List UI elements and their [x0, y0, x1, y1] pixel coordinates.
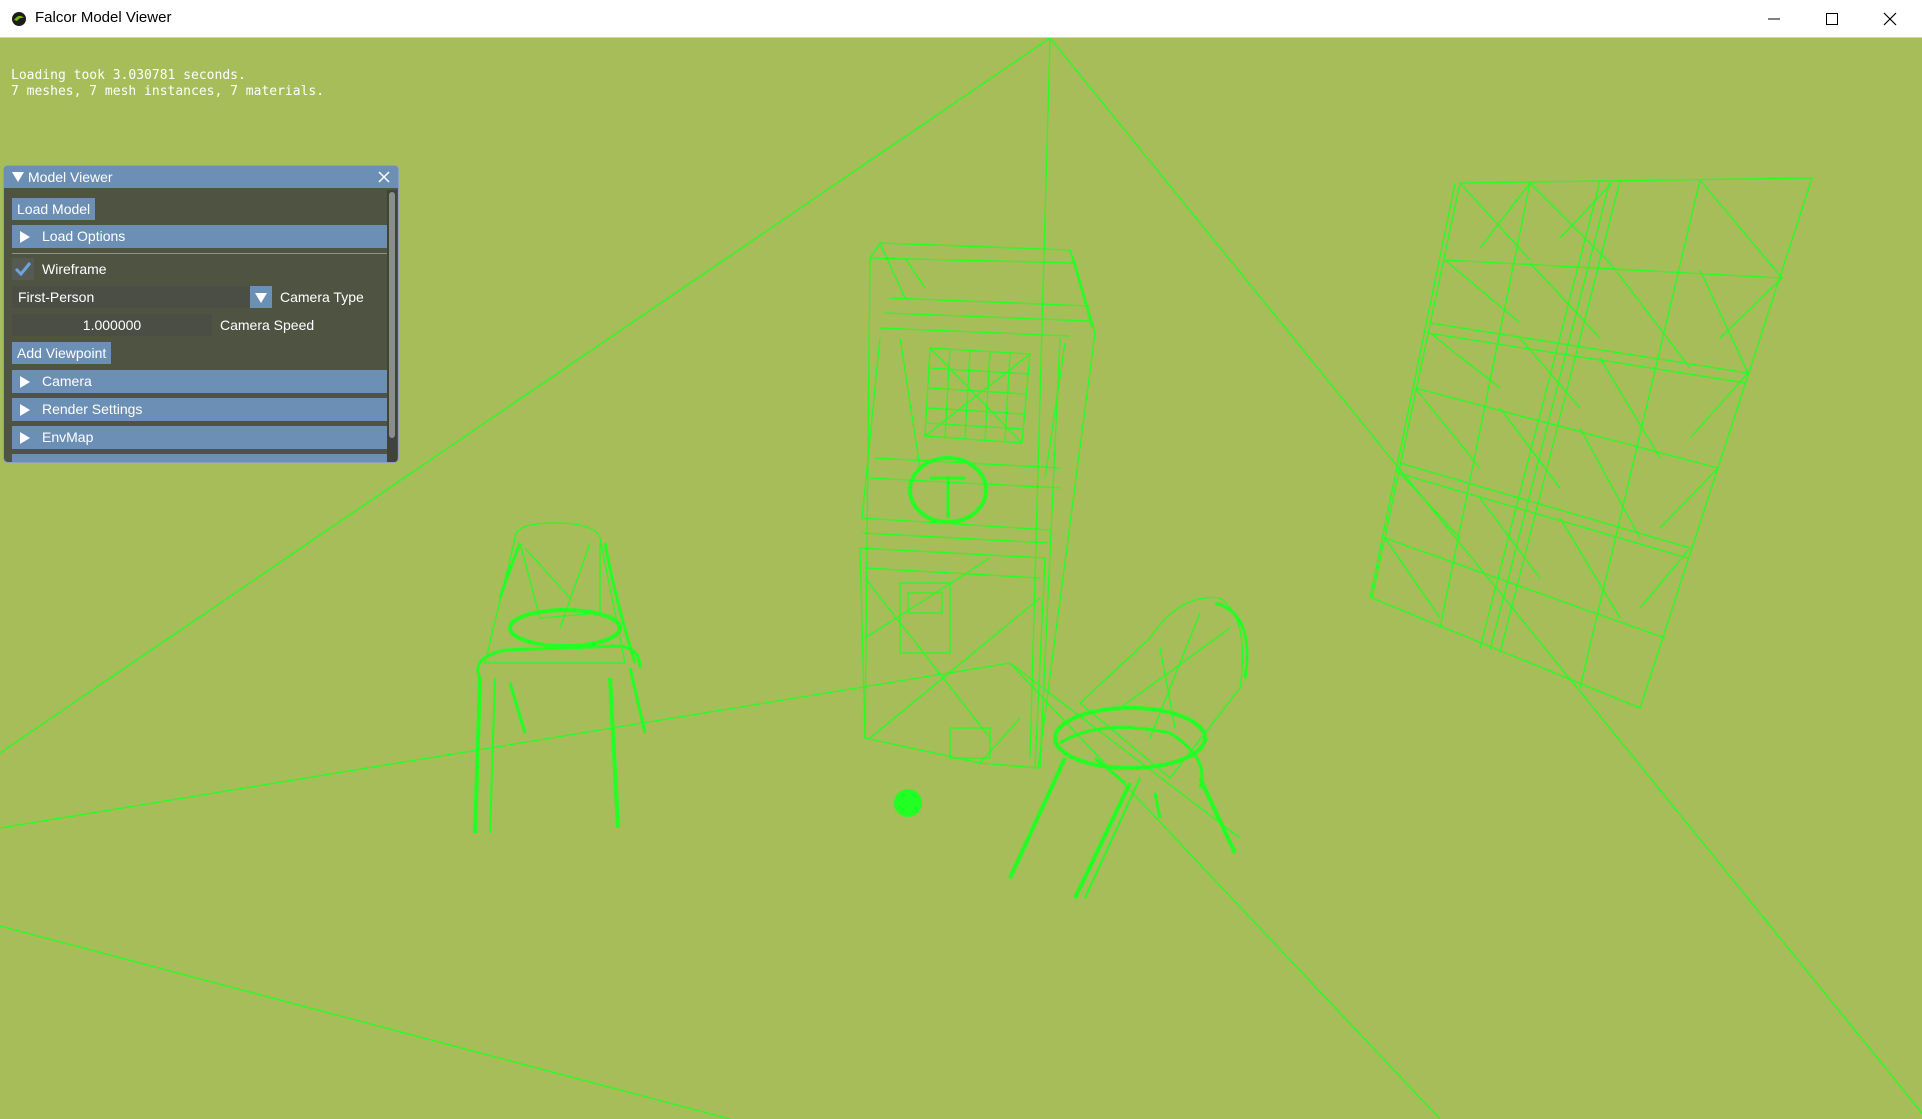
- checkmark-icon: [14, 262, 32, 277]
- app-icon: [12, 12, 26, 26]
- wireframe-checkbox[interactable]: [12, 258, 34, 280]
- camera-type-value: First-Person: [18, 289, 95, 305]
- window-title: Falcor Model Viewer: [35, 9, 172, 26]
- panel-scrollbar[interactable]: [387, 190, 397, 462]
- stats-line-2: 7 meshes, 7 mesh instances, 7 materials.: [11, 84, 325, 99]
- envmap-section-label: EnvMap: [42, 429, 94, 445]
- maximize-button[interactable]: [1803, 0, 1861, 38]
- loading-stats: Loading took 3.030781 seconds. 7 meshes,…: [11, 68, 324, 100]
- camera-speed-label: Camera Speed: [220, 317, 315, 333]
- scrollbar-thumb[interactable]: [389, 192, 395, 438]
- next-section-header-partial[interactable]: [12, 454, 387, 462]
- load-options-header[interactable]: Load Options: [12, 225, 387, 248]
- model-viewer-panel: Model Viewer Load Model Load Options Wir…: [3, 165, 399, 463]
- add-viewpoint-button[interactable]: Add Viewpoint: [12, 342, 112, 364]
- panel-title: Model Viewer: [28, 169, 113, 185]
- camera-type-dropdown-button[interactable]: [250, 286, 272, 308]
- camera-type-label: Camera Type: [280, 289, 364, 305]
- render-settings-section-label: Render Settings: [42, 401, 143, 417]
- camera-section-label: Camera: [42, 373, 92, 389]
- window-wireframe: [1369, 177, 1813, 709]
- arcade-cabinet-wireframe: [859, 242, 1096, 769]
- expand-arrow-icon: [20, 404, 30, 416]
- render-viewport[interactable]: Loading took 3.030781 seconds. 7 meshes,…: [0, 38, 1922, 1119]
- chair-left-wireframe: [473, 522, 647, 834]
- collapse-triangle-icon[interactable]: [12, 172, 24, 182]
- close-button[interactable]: [1861, 0, 1919, 38]
- expand-arrow-icon: [20, 231, 30, 243]
- stats-line-1: Loading took 3.030781 seconds.: [11, 68, 246, 83]
- camera-speed-input[interactable]: 1.000000: [12, 314, 212, 336]
- expand-arrow-icon: [20, 432, 30, 444]
- panel-title-bar[interactable]: Model Viewer: [4, 166, 398, 188]
- camera-section-header[interactable]: Camera: [12, 370, 387, 393]
- close-icon: [1883, 12, 1897, 26]
- camera-type-select[interactable]: First-Person: [12, 286, 250, 308]
- render-settings-section-header[interactable]: Render Settings: [12, 398, 387, 421]
- envmap-section-header[interactable]: EnvMap: [12, 426, 387, 449]
- minimize-icon: [1768, 18, 1780, 20]
- title-bar: Falcor Model Viewer: [0, 0, 1922, 38]
- maximize-icon: [1826, 13, 1838, 25]
- camera-speed-value: 1.000000: [82, 317, 142, 333]
- load-model-button[interactable]: Load Model: [12, 198, 96, 220]
- dropdown-arrow-icon: [255, 293, 267, 303]
- load-options-label: Load Options: [42, 228, 126, 244]
- wireframe-label: Wireframe: [42, 261, 107, 277]
- minimize-button[interactable]: [1745, 0, 1803, 38]
- panel-close-icon[interactable]: [376, 169, 392, 185]
- separator: [12, 253, 387, 254]
- expand-arrow-icon: [20, 376, 30, 388]
- light-sphere: [894, 789, 922, 817]
